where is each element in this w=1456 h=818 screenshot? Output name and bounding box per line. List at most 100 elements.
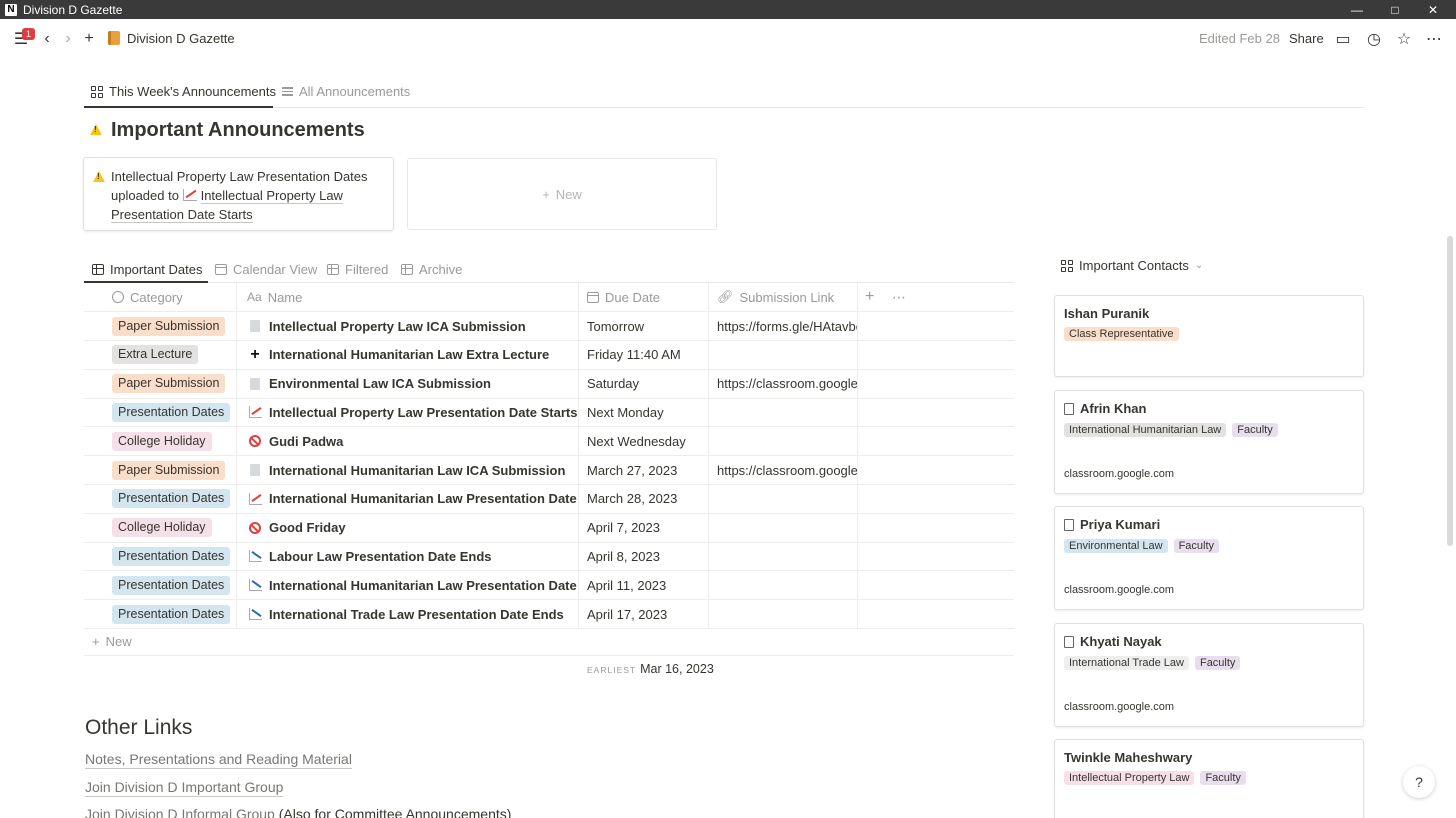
maximize-button[interactable]: □ [1376,0,1414,19]
contact-card[interactable]: Twinkle Maheshwary Intellectual Property… [1054,739,1364,818]
contact-card[interactable]: Khyati Nayak International Trade Law Facu… [1054,623,1364,727]
add-property-icon[interactable]: + [865,283,885,311]
close-button[interactable]: ✕ [1414,0,1452,19]
table-row[interactable]: Presentation Dates Labour Law Presentati… [84,542,1014,572]
category-cell[interactable]: Paper Submission [84,312,237,340]
submission-link-cell[interactable] [709,340,858,369]
history-clock-icon[interactable]: ◷ [1363,28,1385,50]
name-cell[interactable]: International Humanitarian Law Presentat… [237,571,579,600]
submission-link-cell[interactable] [709,600,858,628]
due-date-cell[interactable]: Friday 11:40 AM [579,340,709,369]
category-cell[interactable]: Presentation Dates [84,571,237,600]
due-date-cell[interactable]: April 7, 2023 [579,513,709,542]
submission-link-cell[interactable]: https://classroom.google.c [709,369,858,398]
contact-card[interactable]: Ishan Puranik Class Representative [1054,295,1364,377]
tab-this-weeks-announcements[interactable]: This Week's Announcements [91,84,276,99]
column-header-due-date[interactable]: Due Date [579,283,709,311]
table-row[interactable]: College Holiday Gudi Padwa Next Wednesda… [84,427,1014,457]
due-date-cell[interactable]: April 11, 2023 [579,571,709,600]
category-cell[interactable]: College Holiday [84,427,237,456]
due-date-cell[interactable]: Tomorrow [579,312,709,340]
due-date-cell[interactable]: Saturday [579,369,709,398]
table-row[interactable]: Paper Submission Environmental Law ICA S… [84,369,1014,399]
due-date-cell[interactable]: Next Wednesday [579,427,709,456]
name-cell[interactable]: Gudi Padwa [237,427,579,456]
name-cell[interactable]: Intellectual Property Law Presentation D… [237,398,579,427]
submission-link-cell[interactable]: https://forms.gle/HAtavbe [709,312,858,340]
name-cell[interactable]: + International Humanitarian Law Extra L… [237,340,579,369]
column-header-name[interactable]: Aa Name [237,283,579,311]
new-row-button[interactable]: + New [84,627,1014,656]
name-cell[interactable]: International Humanitarian Law Presentat… [237,484,579,513]
share-button[interactable]: Share [1289,31,1324,46]
category-cell[interactable]: Presentation Dates [84,398,237,427]
submission-link-cell[interactable] [709,427,858,456]
scrollbar[interactable] [1447,236,1453,546]
contact-name: Ishan Puranik [1064,306,1150,321]
table-row[interactable]: Extra Lecture + International Humanitari… [84,340,1014,370]
contact-link[interactable]: classroom.google.com [1064,468,1174,480]
column-header-category[interactable]: Category [84,283,237,311]
due-date-cell[interactable]: April 8, 2023 [579,542,709,571]
category-cell[interactable]: College Holiday [84,513,237,542]
due-date-cell[interactable]: March 27, 2023 [579,456,709,484]
more-properties-icon[interactable]: ⋯ [892,283,912,311]
new-page-plus-icon[interactable]: + [78,28,100,50]
table-row[interactable]: Presentation Dates International Humanit… [84,571,1014,601]
minimize-button[interactable]: — [1338,0,1376,19]
breadcrumb-page-title[interactable]: Division D Gazette [127,31,235,46]
new-announcement-button[interactable]: + New [407,158,717,230]
tab-all-announcements[interactable]: All Announcements [282,84,410,99]
link-join-important-group[interactable]: Join Division D Important Group [85,779,284,797]
column-header-submission-link[interactable]: 🔗︎ Submission Link [709,283,858,311]
submission-link-cell[interactable] [709,484,858,513]
favorite-star-icon[interactable]: ☆ [1393,28,1415,50]
contact-card[interactable]: Afrin Khan International Humanitarian La… [1054,390,1364,494]
forward-arrow-icon[interactable]: › [57,28,79,50]
name-cell[interactable]: International Trade Law Presentation Dat… [237,600,579,628]
due-date-cell[interactable]: April 17, 2023 [579,600,709,628]
contact-link[interactable]: classroom.google.com [1064,701,1174,713]
tab-archive[interactable]: Archive [401,262,462,277]
tab-important-dates[interactable]: Important Dates [92,262,203,277]
back-arrow-icon[interactable]: ‹ [36,28,58,50]
name-cell[interactable]: Intellectual Property Law ICA Submission [237,312,579,340]
name-cell[interactable]: International Humanitarian Law ICA Submi… [237,456,579,484]
category-cell[interactable]: Presentation Dates [84,542,237,571]
submission-link-cell[interactable] [709,513,858,542]
table-row[interactable]: Paper Submission International Humanitar… [84,456,1014,485]
name-cell[interactable]: Labour Law Presentation Date Ends [237,542,579,571]
contact-card[interactable]: Priya Kumari Environmental Law Faculty cl… [1054,506,1364,610]
category-cell[interactable]: Extra Lecture [84,340,237,369]
category-cell[interactable]: Presentation Dates [84,484,237,513]
tab-calendar-view[interactable]: Calendar View [215,262,317,277]
table-row[interactable]: Presentation Dates International Humanit… [84,484,1014,514]
more-options-icon[interactable]: ⋯ [1423,28,1445,50]
important-contacts-view[interactable]: Important Contacts ⌄ [1061,258,1203,273]
link-notes-presentations[interactable]: Notes, Presentations and Reading Materia… [85,751,352,769]
name-cell[interactable]: Environmental Law ICA Submission [237,369,579,398]
table-row[interactable]: Paper Submission Intellectual Property L… [84,312,1014,341]
table-row[interactable]: Presentation Dates International Trade L… [84,600,1014,629]
submission-link-cell[interactable] [709,542,858,571]
due-date-cell[interactable]: Next Monday [579,398,709,427]
help-button[interactable]: ? [1403,766,1435,798]
tab-filtered[interactable]: Filtered [327,262,388,277]
category-cell[interactable]: Paper Submission [84,369,237,398]
submission-link-cell[interactable] [709,571,858,600]
table-row[interactable]: College Holiday Good Friday April 7, 202… [84,513,1014,543]
table-row[interactable]: Presentation Dates Intellectual Property… [84,398,1014,428]
category-cell[interactable]: Paper Submission [84,456,237,484]
due-date-cell[interactable]: March 28, 2023 [579,484,709,513]
calculation-earliest[interactable]: EARLIEST Mar 16, 2023 [587,662,714,676]
plus-icon: + [250,345,260,363]
contact-link[interactable]: classroom.google.com [1064,584,1174,596]
category-cell[interactable]: Presentation Dates [84,600,237,628]
announcement-card[interactable]: Intellectual Property Law Presentation D… [83,157,394,231]
submission-link-cell[interactable]: https://classroom.google.c [709,456,858,484]
link-join-informal-group[interactable]: Join Division D Informal Group [85,806,275,818]
submission-link-cell[interactable] [709,398,858,427]
calendar-icon [587,291,599,303]
comments-icon[interactable]: ▭ [1332,28,1354,50]
name-cell[interactable]: Good Friday [237,513,579,542]
